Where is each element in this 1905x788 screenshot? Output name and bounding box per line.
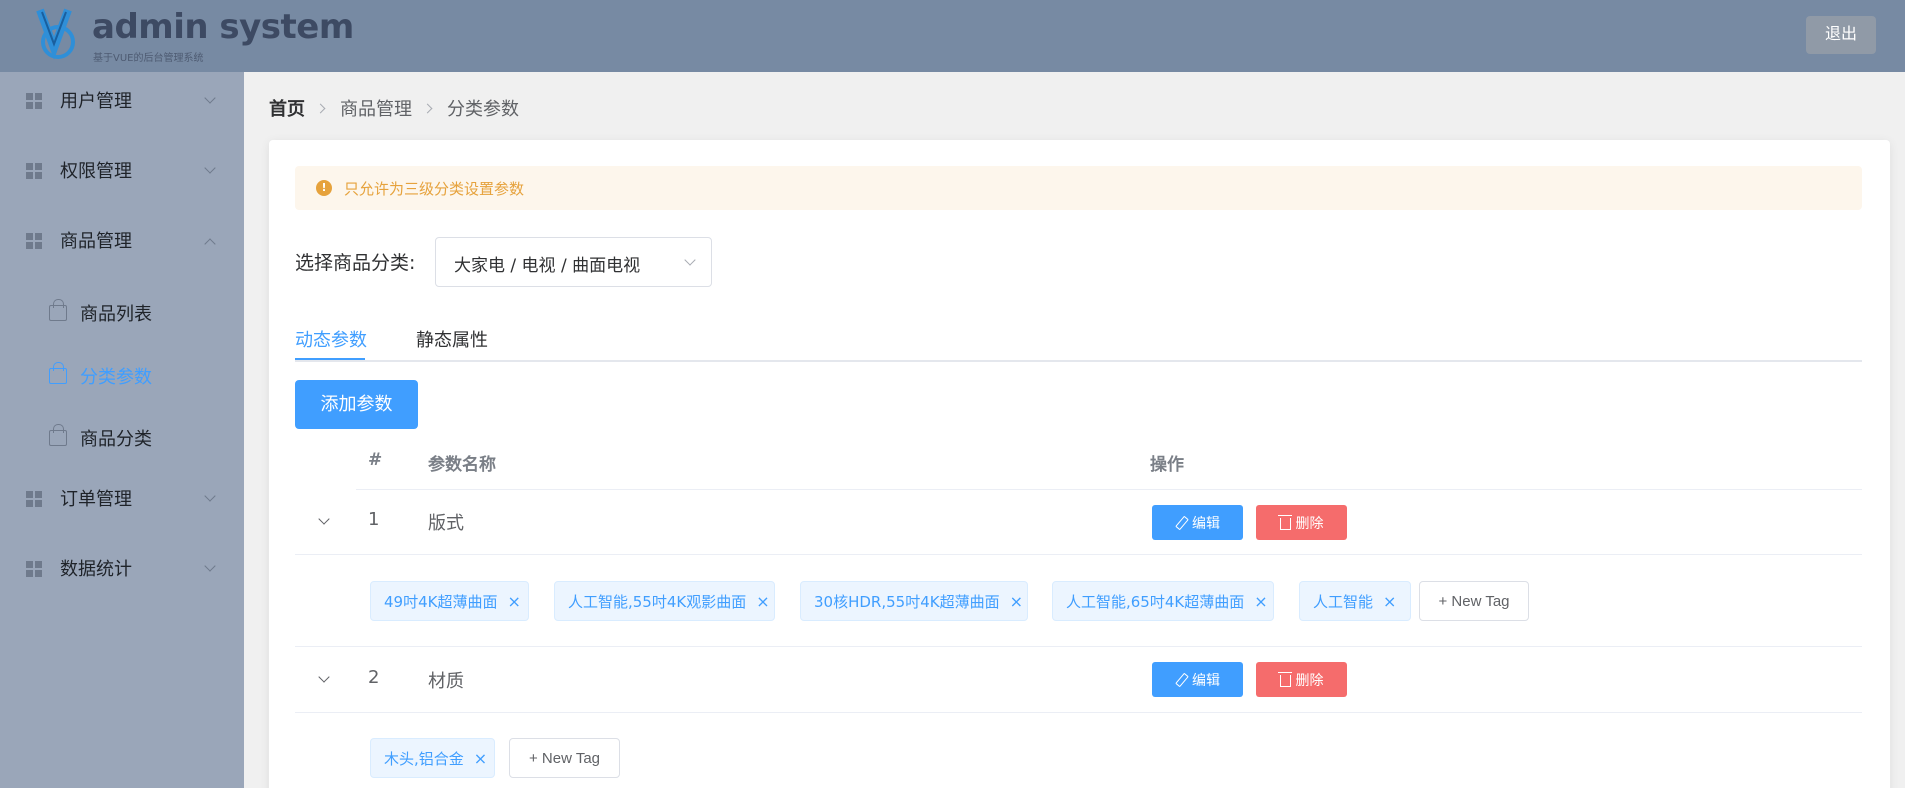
chevron-right-icon xyxy=(315,103,326,113)
logo-icon xyxy=(36,8,75,60)
tab-active-bar xyxy=(295,358,365,360)
sidebar-item-label: 数据统计 xyxy=(60,559,132,580)
tab-dynamic-params[interactable]: 动态参数 xyxy=(295,326,367,352)
sidebar-subitem-goods-categories[interactable]: 商品分类 xyxy=(0,413,244,463)
breadcrumb: 首页 商品管理 分类参数 xyxy=(269,95,519,121)
sidebar: 用户管理 权限管理 商品管理 商品列表 分类参数 商品分类 订单管理 数据统计 xyxy=(0,72,244,788)
sidebar-subitem-goods-list[interactable]: 商品列表 xyxy=(0,288,244,338)
delete-icon xyxy=(1277,514,1292,530)
brand-title: admin system xyxy=(92,7,354,47)
param-tag: 木头,铝合金 × xyxy=(370,738,495,778)
top-header: admin system 基于VUE的后台管理系统 退出 xyxy=(0,0,1905,72)
close-icon[interactable]: × xyxy=(1010,592,1023,611)
param-tag: 人工智能 × xyxy=(1299,581,1411,621)
add-param-button[interactable]: 添加参数 xyxy=(295,380,418,429)
sidebar-item-label: 订单管理 xyxy=(60,489,132,510)
breadcrumb-home[interactable]: 首页 xyxy=(269,95,305,121)
sidebar-item-label: 权限管理 xyxy=(60,161,132,182)
close-icon[interactable]: × xyxy=(474,749,487,768)
row-param-name: 版式 xyxy=(428,513,464,534)
sidebar-item-permissions[interactable]: 权限管理 xyxy=(0,142,244,198)
close-icon[interactable]: × xyxy=(756,592,769,611)
alert-text: 只允许为三级分类设置参数 xyxy=(344,180,525,198)
param-tag: 30核HDR,55吋4K超薄曲面 × xyxy=(800,581,1028,621)
category-label: 选择商品分类: xyxy=(295,252,416,274)
tag-label: 人工智能,65吋4K超薄曲面 xyxy=(1066,592,1245,611)
sidebar-subitem-category-params[interactable]: 分类参数 xyxy=(0,351,244,401)
delete-icon xyxy=(1277,671,1292,687)
tag-label: 木头,铝合金 xyxy=(384,749,464,768)
close-icon[interactable]: × xyxy=(1254,592,1267,611)
grid-icon xyxy=(26,491,42,507)
new-tag-button[interactable]: + New Tag xyxy=(509,738,620,778)
edit-icon xyxy=(1175,674,1187,686)
sidebar-item-label: 商品管理 xyxy=(60,231,132,252)
row-index: 2 xyxy=(368,667,380,688)
grid-icon xyxy=(26,163,42,179)
edit-label: 编辑 xyxy=(1192,514,1220,531)
sidebar-subitem-label: 分类参数 xyxy=(80,367,152,388)
tag-label: 30核HDR,55吋4K超薄曲面 xyxy=(814,592,1000,611)
sidebar-item-orders[interactable]: 订单管理 xyxy=(0,470,244,526)
column-header-actions: 操作 xyxy=(1150,455,1184,475)
chevron-up-icon xyxy=(204,238,216,250)
shopping-bag-icon xyxy=(49,362,67,384)
column-header-index: # xyxy=(368,450,383,470)
delete-label: 删除 xyxy=(1295,671,1324,688)
chevron-down-icon xyxy=(684,254,696,266)
param-tag: 人工智能,55吋4K观影曲面 × xyxy=(554,581,775,621)
breadcrumb-current: 分类参数 xyxy=(447,99,519,120)
table-divider xyxy=(295,646,1862,647)
row-param-name: 材质 xyxy=(428,671,464,692)
delete-button[interactable]: 删除 xyxy=(1256,505,1347,540)
param-tag: 人工智能,65吋4K超薄曲面 × xyxy=(1052,581,1274,621)
expand-row-chevron-icon[interactable] xyxy=(318,671,330,683)
tag-label: 人工智能,55吋4K观影曲面 xyxy=(568,592,747,611)
chevron-down-icon xyxy=(204,92,216,104)
warning-alert: ! 只允许为三级分类设置参数 xyxy=(295,166,1862,210)
sidebar-subitem-label: 商品列表 xyxy=(80,304,152,325)
table-divider xyxy=(295,554,1862,555)
chevron-down-icon xyxy=(204,162,216,174)
row-index: 1 xyxy=(368,509,380,530)
delete-button[interactable]: 删除 xyxy=(1256,662,1347,697)
param-tabs: 动态参数 静态属性 xyxy=(295,314,1862,362)
sidebar-subitem-label: 商品分类 xyxy=(80,429,152,450)
cascader-value: 大家电 / 电视 / 曲面电视 xyxy=(454,256,641,276)
sidebar-item-label: 用户管理 xyxy=(60,91,132,112)
sidebar-item-goods[interactable]: 商品管理 xyxy=(0,212,244,268)
sidebar-item-statistics[interactable]: 数据统计 xyxy=(0,540,244,596)
new-tag-button[interactable]: + New Tag xyxy=(1419,581,1529,621)
main-card: ! 只允许为三级分类设置参数 选择商品分类: 大家电 / 电视 / 曲面电视 动… xyxy=(269,140,1890,788)
shopping-bag-icon xyxy=(49,299,67,321)
table-divider xyxy=(295,712,1862,713)
close-icon[interactable]: × xyxy=(1383,592,1396,611)
expand-row-chevron-icon[interactable] xyxy=(318,513,330,525)
chevron-right-icon xyxy=(422,103,433,113)
sidebar-item-users[interactable]: 用户管理 xyxy=(0,72,244,128)
grid-icon xyxy=(26,561,42,577)
edit-button[interactable]: 编辑 xyxy=(1152,662,1243,697)
brand-subtitle: 基于VUE的后台管理系统 xyxy=(93,53,204,64)
table-divider xyxy=(356,489,1862,490)
edit-icon xyxy=(1175,517,1187,529)
chevron-down-icon xyxy=(204,490,216,502)
grid-icon xyxy=(26,93,42,109)
breadcrumb-goods: 商品管理 xyxy=(340,99,412,120)
shopping-bag-icon xyxy=(49,424,67,446)
warning-icon: ! xyxy=(316,180,332,196)
param-tag: 49吋4K超薄曲面 × xyxy=(370,581,529,621)
chevron-down-icon xyxy=(204,560,216,572)
tag-label: 人工智能 xyxy=(1313,592,1374,611)
close-icon[interactable]: × xyxy=(507,592,520,611)
edit-button[interactable]: 编辑 xyxy=(1152,505,1243,540)
tag-label: 49吋4K超薄曲面 xyxy=(384,592,498,611)
logout-button[interactable]: 退出 xyxy=(1806,16,1876,54)
delete-label: 删除 xyxy=(1295,514,1324,531)
column-header-name: 参数名称 xyxy=(428,455,496,475)
category-cascader[interactable]: 大家电 / 电视 / 曲面电视 xyxy=(435,237,712,287)
grid-icon xyxy=(26,233,42,249)
edit-label: 编辑 xyxy=(1192,671,1220,688)
tab-static-attrs[interactable]: 静态属性 xyxy=(416,326,488,352)
